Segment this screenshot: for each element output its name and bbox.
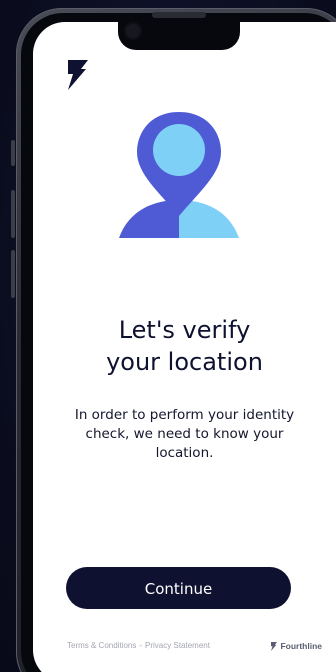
page-description: In order to perform your identity check,… — [74, 407, 295, 461]
phone-speaker — [152, 12, 206, 18]
page-title-line-2: your location — [106, 348, 263, 376]
footer-brand: Fourthline — [271, 639, 322, 653]
page-title-line-1: Let's verify — [118, 316, 251, 344]
location-person-pin-icon — [119, 112, 239, 238]
phone-volume-up — [11, 190, 15, 238]
privacy-link[interactable]: Privacy Statement — [145, 641, 210, 650]
terms-link[interactable]: Terms & Conditions — [67, 641, 136, 650]
continue-button[interactable]: Continue — [66, 567, 291, 609]
stage: Let's verify your location In order to p… — [0, 0, 336, 672]
footer-brand-name: Fourthline — [280, 641, 322, 651]
fourthline-small-logo-icon — [271, 641, 278, 651]
page-title: Let's verify your location — [33, 314, 336, 378]
phone-volume-down — [11, 250, 15, 298]
footer-separator: - — [139, 641, 143, 650]
phone-camera — [126, 24, 140, 38]
phone-mute-switch — [11, 140, 15, 166]
footer: Terms & Conditions - Privacy Statement Fou… — [67, 639, 322, 653]
app-screen: Let's verify your location In order to p… — [33, 22, 336, 672]
fourthline-logo-icon — [68, 60, 88, 90]
